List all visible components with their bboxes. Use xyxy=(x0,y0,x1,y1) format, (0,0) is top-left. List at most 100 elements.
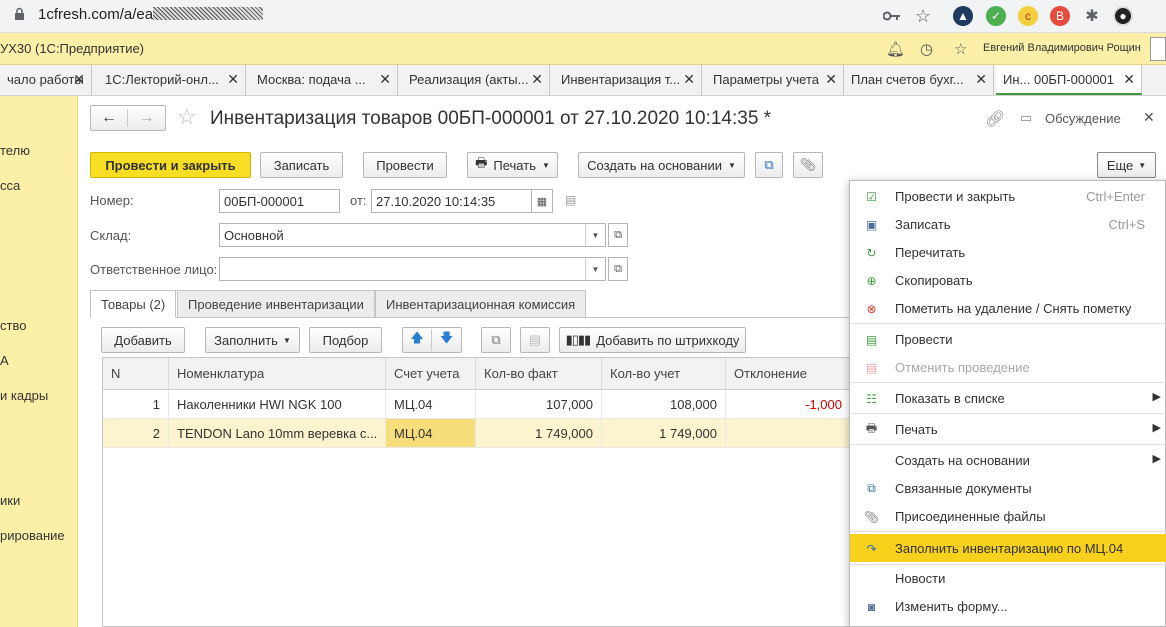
related-docs-button[interactable]: ⧉ xyxy=(755,152,783,178)
menu-item-save[interactable]: ▣ Записать Ctrl+S xyxy=(850,211,1166,237)
back-arrow-icon[interactable]: ← xyxy=(91,109,129,127)
column-header[interactable]: N xyxy=(103,358,169,390)
tab-sales[interactable]: Реализация (акты... ✕ xyxy=(402,65,550,95)
key-icon[interactable] xyxy=(882,6,902,26)
barcode-button[interactable]: ▮▯▮▮ Добавить по штрихкоду xyxy=(559,327,746,353)
tab-inventory-posting[interactable]: Проведение инвентаризации xyxy=(177,290,375,318)
warehouse-field[interactable]: Основной ▼ xyxy=(219,223,606,247)
tab-commission[interactable]: Инвентаризационная комиссия xyxy=(375,290,587,318)
close-icon[interactable]: ✕ xyxy=(825,71,837,88)
tab-inventory[interactable]: Инвентаризация т... ✕ xyxy=(554,65,702,95)
date-field[interactable]: 27.10.2020 10:14:35 xyxy=(371,189,532,213)
comment-icon[interactable]: ▤ xyxy=(565,193,576,207)
close-icon[interactable]: ✕ xyxy=(683,71,695,88)
paste-button[interactable]: ▤ xyxy=(520,327,550,353)
table-cell[interactable]: -1,000 xyxy=(726,390,851,419)
table-cell[interactable]: 1 749,000 xyxy=(476,419,602,448)
more-button[interactable]: Еще ▼ xyxy=(1097,152,1156,178)
table-cell[interactable]: 107,000 xyxy=(476,390,602,419)
copy-row-button[interactable]: ⧉ xyxy=(481,327,511,353)
print-button[interactable]: 🖶︎ Печать ▼ xyxy=(467,152,558,178)
discussion-icon[interactable]: ▭ xyxy=(1020,110,1032,126)
menu-item-create-based[interactable]: Создать на основании ▶ xyxy=(850,447,1166,473)
section-item[interactable]: рирование xyxy=(0,528,65,543)
close-icon[interactable]: ✕ xyxy=(1123,71,1135,88)
table-cell-focused[interactable]: МЦ.04 xyxy=(386,419,476,448)
table-cell[interactable]: 2 xyxy=(103,419,169,448)
open-icon[interactable]: ⧉ xyxy=(608,223,628,247)
ext-2-icon[interactable]: ✓ xyxy=(986,6,1006,26)
tab-lectorium[interactable]: 1С:Лекторий-онл... ✕ xyxy=(98,65,246,95)
menu-item-change-form[interactable]: ◙ Изменить форму... xyxy=(850,593,1166,619)
close-icon[interactable]: ✕ xyxy=(975,71,987,88)
menu-item-unpost[interactable]: ▤ Отменить проведение xyxy=(850,354,1166,380)
close-icon[interactable]: ✕ xyxy=(227,71,239,88)
table-cell[interactable]: Наколенники HWI NGK 100 xyxy=(169,390,386,419)
menu-button[interactable] xyxy=(1150,37,1166,61)
pick-button[interactable]: Подбор xyxy=(309,327,382,353)
table-cell[interactable]: МЦ.04 xyxy=(386,390,476,419)
menu-item-fill-inventory[interactable]: ↷ Заполнить инвентаризацию по МЦ.04 xyxy=(850,534,1166,562)
close-form-icon[interactable]: ✕ xyxy=(1143,109,1155,126)
favorite-star-icon[interactable]: ☆ xyxy=(177,104,197,130)
section-item[interactable]: А xyxy=(0,353,9,368)
menu-item-show-in-list[interactable]: ☷ Показать в списке ▶ xyxy=(850,385,1166,411)
move-down-icon[interactable]: 🡇 xyxy=(432,329,461,351)
tab-params[interactable]: Параметры учета ✕ xyxy=(706,65,844,95)
avatar[interactable]: ● xyxy=(1113,6,1133,26)
tab-goods[interactable]: Товары (2) xyxy=(90,290,177,318)
tab-active-document[interactable]: Ин... 00БП-000001 ✕ xyxy=(996,65,1142,95)
chevron-down-icon[interactable]: ▼ xyxy=(585,224,605,246)
table-cell[interactable]: TENDON Lano 10mm веревка с... xyxy=(169,419,386,448)
add-row-button[interactable]: Добавить xyxy=(101,327,185,353)
favorites-star-icon[interactable]: ☆ xyxy=(954,40,967,58)
table-cell[interactable]: 1 749,000 xyxy=(602,419,726,448)
close-icon[interactable]: ✕ xyxy=(531,71,543,88)
section-item[interactable]: сса xyxy=(0,178,20,193)
close-icon[interactable]: ✕ xyxy=(73,71,85,88)
column-header[interactable]: Отклонение xyxy=(726,358,851,390)
column-header[interactable]: Кол-во факт xyxy=(476,358,602,390)
ext-4-icon[interactable]: В xyxy=(1050,6,1070,26)
menu-item-print[interactable]: 🖶︎ Печать ▶ xyxy=(850,416,1166,442)
number-field[interactable]: 00БП-000001 xyxy=(219,189,340,213)
menu-item-related-docs[interactable]: ⧉ Связанные документы xyxy=(850,475,1166,501)
save-button[interactable]: Записать xyxy=(260,152,343,178)
responsible-field[interactable]: ▼ xyxy=(219,257,606,281)
notifications-icon[interactable]: 🔔︎ xyxy=(886,40,905,58)
history-icon[interactable]: ◷ xyxy=(920,40,933,58)
ext-1-icon[interactable]: ▲ xyxy=(953,6,973,26)
tab-moscow[interactable]: Москва: подача ... ✕ xyxy=(250,65,398,95)
menu-item-reload[interactable]: ↻ Перечитать xyxy=(850,239,1166,265)
column-header[interactable]: Кол-во учет xyxy=(602,358,726,390)
menu-item-news[interactable]: Новости xyxy=(850,565,1166,591)
calendar-icon[interactable]: ▦ xyxy=(531,189,553,213)
bookmark-star-icon[interactable]: ☆ xyxy=(913,6,933,26)
tab-start[interactable]: чало работы ✕ xyxy=(0,65,92,95)
address-bar[interactable]: 1cfresh.com/a/ea xyxy=(38,6,264,23)
table-cell[interactable] xyxy=(726,419,851,448)
ext-3-icon[interactable]: с xyxy=(1018,6,1038,26)
section-item[interactable]: ство xyxy=(0,318,26,333)
link-icon[interactable]: 🔗︎ xyxy=(985,109,1005,129)
column-header[interactable]: Счет учета xyxy=(386,358,476,390)
open-icon[interactable]: ⧉ xyxy=(608,257,628,281)
post-button[interactable]: Провести xyxy=(363,152,447,178)
table-cell[interactable]: 1 xyxy=(103,390,169,419)
section-item[interactable]: телю xyxy=(0,143,30,158)
forward-arrow-icon[interactable]: → xyxy=(128,109,165,127)
menu-item-post-close[interactable]: ☑ Провести и закрыть Ctrl+Enter xyxy=(850,183,1166,209)
close-icon[interactable]: ✕ xyxy=(379,71,391,88)
post-and-close-button[interactable]: Провести и закрыть xyxy=(90,152,251,178)
section-item[interactable]: ики xyxy=(0,493,20,508)
user-name[interactable]: Евгений Владимирович Рощин xyxy=(983,42,1141,54)
fill-button[interactable]: Заполнить ▼ xyxy=(205,327,300,353)
menu-item-copy[interactable]: ⊕ Скопировать xyxy=(850,267,1166,293)
menu-item-mark-delete[interactable]: ⊗ Пометить на удаление / Снять пометку xyxy=(850,295,1166,321)
discussion-link[interactable]: Обсуждение xyxy=(1045,111,1121,126)
chevron-down-icon[interactable]: ▼ xyxy=(585,258,605,280)
table-cell[interactable]: 108,000 xyxy=(602,390,726,419)
menu-item-post[interactable]: ▤ Провести xyxy=(850,326,1166,352)
column-header[interactable]: Номенклатура xyxy=(169,358,386,390)
tab-accounts[interactable]: План счетов бухг... ✕ xyxy=(844,65,994,95)
